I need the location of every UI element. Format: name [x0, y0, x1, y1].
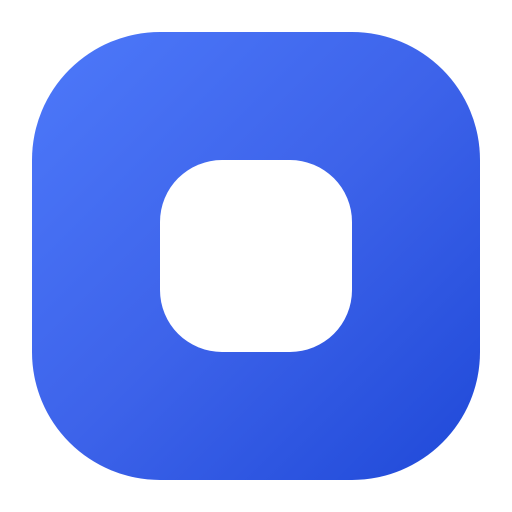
app-icon[interactable]	[32, 32, 480, 480]
stop-icon	[160, 160, 352, 352]
icon-canvas	[0, 0, 512, 512]
